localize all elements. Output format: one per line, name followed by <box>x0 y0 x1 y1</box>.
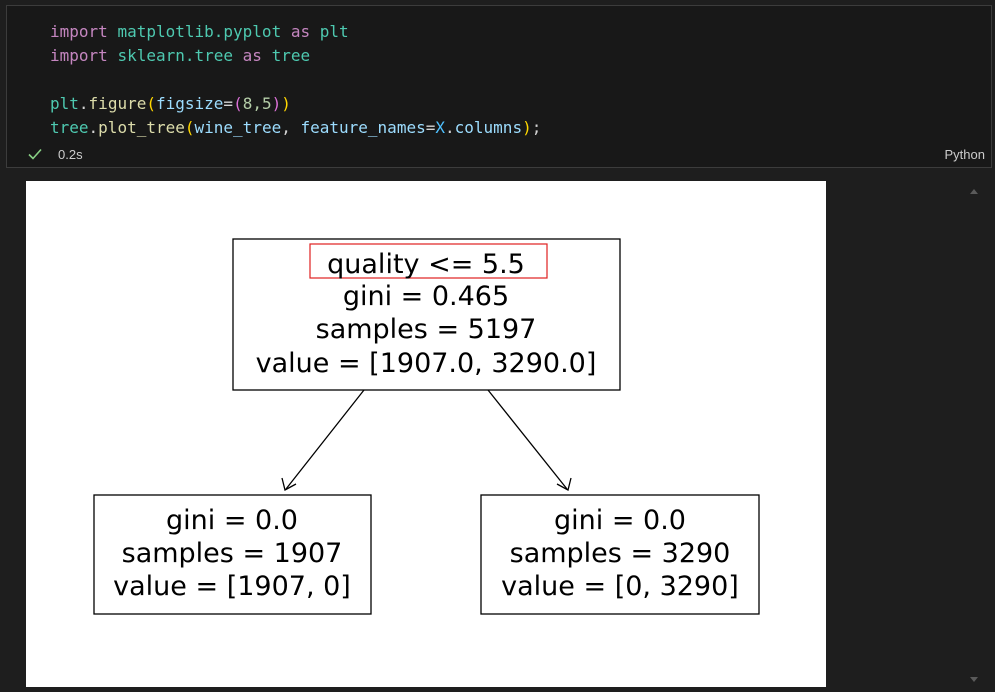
scroll-down-arrow-icon[interactable] <box>969 676 979 684</box>
variable-name: X <box>435 118 445 137</box>
keyword: import <box>50 46 108 65</box>
cell-status-bar: 0.2s Python <box>7 144 991 166</box>
execution-time: 0.2s <box>58 147 83 162</box>
tree-node-left-leaf: gini = 0.0 samples = 1907 value = [1907,… <box>93 494 372 615</box>
argument-name: wine_tree <box>194 118 282 137</box>
module-name: matplotlib.pyplot <box>117 22 282 41</box>
keyword: as <box>290 22 311 41</box>
node-samples: samples = 5197 <box>316 314 537 345</box>
check-icon <box>28 148 42 160</box>
node-gini: gini = 0.0 <box>554 505 686 536</box>
module-alias: plt <box>319 22 349 41</box>
node-value: value = [1907, 0] <box>113 571 351 602</box>
module-alias: tree <box>271 46 311 65</box>
keyword: as <box>242 46 262 65</box>
object-name: plt <box>50 94 79 113</box>
attribute-name: columns <box>454 118 523 137</box>
figsize-value: 8,5 <box>242 94 272 113</box>
code-cell[interactable]: import matplotlib.pyplot as plt import s… <box>6 5 992 168</box>
edge-root-left <box>285 389 365 490</box>
function-name: plot_tree <box>98 118 185 137</box>
param-name: figsize <box>155 94 224 113</box>
tree-node-right-leaf: gini = 0.0 samples = 3290 value = [0, 32… <box>480 494 760 615</box>
node-value: value = [1907.0, 3290.0] <box>256 348 597 379</box>
decision-tree-plot: quality <= 5.5 gini = 0.465 samples = 51… <box>93 238 760 615</box>
node-samples: samples = 1907 <box>122 538 343 569</box>
node-gini: gini = 0.465 <box>343 281 509 312</box>
node-samples: samples = 3290 <box>510 538 731 569</box>
code-line-1: import matplotlib.pyplot as plt <box>50 22 349 41</box>
code-line-5: tree.plot_tree(wine_tree, feature_names=… <box>50 118 542 137</box>
node-split-rule: quality <= 5.5 <box>327 249 525 280</box>
node-value: value = [0, 3290] <box>501 571 739 602</box>
param-name: feature_names <box>300 118 426 137</box>
keyword: import <box>50 22 108 41</box>
cell-output: quality <= 5.5 gini = 0.465 samples = 51… <box>26 181 826 687</box>
object-name: tree <box>50 118 89 137</box>
code-line-2: import sklearn.tree as tree <box>50 46 310 65</box>
code-line-4: plt.figure(figsize=(8,5)) <box>50 94 291 113</box>
edge-root-right <box>487 389 568 490</box>
scroll-up-arrow-icon[interactable] <box>969 187 979 195</box>
tree-node-root: quality <= 5.5 gini = 0.465 samples = 51… <box>232 238 621 391</box>
code-editor[interactable]: import matplotlib.pyplot as plt import s… <box>50 20 541 140</box>
language-selector[interactable]: Python <box>945 147 985 162</box>
module-name: sklearn.tree <box>117 46 234 65</box>
function-name: figure <box>88 94 147 113</box>
node-gini: gini = 0.0 <box>166 505 298 536</box>
